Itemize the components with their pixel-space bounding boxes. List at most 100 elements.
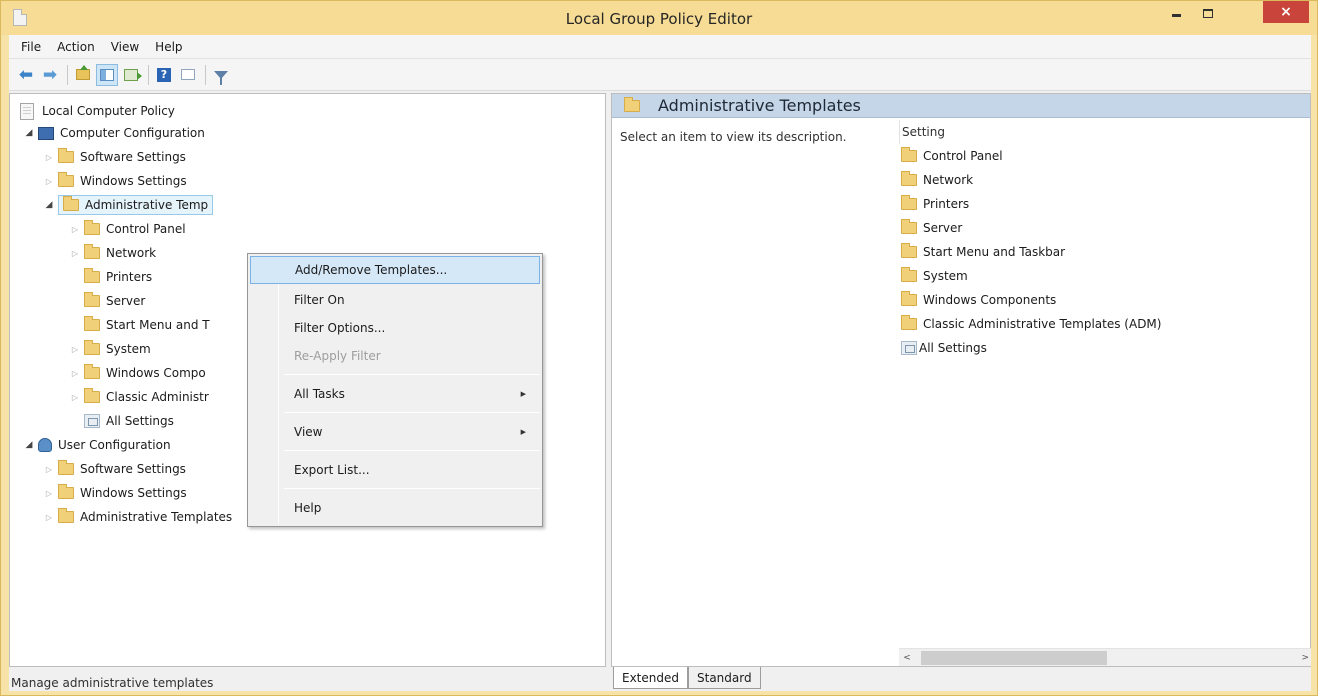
expand-arrow-icon[interactable]: ▷	[44, 489, 54, 498]
list-item-system[interactable]: System	[901, 264, 968, 288]
maximize-button[interactable]	[1193, 1, 1223, 25]
help-button[interactable]: ?	[153, 64, 175, 86]
details-title: Administrative Templates	[658, 96, 861, 115]
menu-item-help[interactable]: Help	[250, 494, 540, 522]
up-one-level-button[interactable]	[72, 64, 94, 86]
menu-action[interactable]: Action	[49, 40, 103, 54]
export-list-button[interactable]	[120, 64, 142, 86]
app-window: Local Group Policy Editor × File Action …	[0, 0, 1318, 696]
folder-icon	[58, 460, 74, 475]
filter-button[interactable]	[210, 64, 232, 86]
show-hide-console-tree-button[interactable]	[96, 63, 118, 86]
column-header-setting[interactable]: Setting	[899, 120, 1311, 144]
scroll-right-icon[interactable]: >	[1301, 653, 1309, 663]
tree-node-all-settings[interactable]: All Settings	[84, 410, 174, 432]
menu-item-label: Help	[294, 501, 322, 515]
tree-node-label: Windows Settings	[80, 486, 187, 500]
menu-item-export-list[interactable]: Export List...	[250, 456, 540, 484]
list-item-start-menu-and-taskbar[interactable]: Start Menu and Taskbar	[901, 240, 1065, 264]
tree-node-label: Control Panel	[106, 222, 186, 236]
list-item-server[interactable]: Server	[901, 216, 962, 240]
close-button[interactable]: ×	[1263, 1, 1309, 23]
list-item-network[interactable]: Network	[901, 168, 973, 192]
tree-node-control-panel[interactable]: ▷ Control Panel	[70, 218, 186, 240]
expand-arrow-icon[interactable]: ▷	[70, 393, 80, 402]
list-item-all-settings[interactable]: All Settings	[901, 336, 987, 360]
tree-node-printers[interactable]: Printers	[84, 266, 152, 288]
tree-node-classic-administrative-templates[interactable]: ▷ Classic Administr	[70, 386, 209, 408]
tab-standard[interactable]: Standard	[688, 667, 761, 689]
list-item-label: All Settings	[919, 341, 987, 355]
expand-arrow-icon[interactable]: ▷	[44, 153, 54, 162]
list-item-printers[interactable]: Printers	[901, 192, 969, 216]
tree-node-local-computer-policy[interactable]: Local Computer Policy	[20, 100, 175, 122]
tree-node-start-menu-and-taskbar[interactable]: Start Menu and T	[84, 314, 210, 336]
menu-item-add-remove-templates[interactable]: Add/Remove Templates...	[250, 256, 540, 284]
list-item-windows-components[interactable]: Windows Components	[901, 288, 1056, 312]
all-settings-icon	[84, 414, 100, 428]
tree-node-label: Classic Administr	[106, 390, 209, 404]
tree-node-user-software-settings[interactable]: ▷ Software Settings	[44, 458, 186, 480]
submenu-arrow-icon: ▶	[520, 390, 526, 398]
menu-item-filter-options[interactable]: Filter Options...	[250, 314, 540, 342]
menu-help[interactable]: Help	[147, 40, 190, 54]
menu-item-filter-on[interactable]: Filter On	[250, 286, 540, 314]
tree-node-system[interactable]: ▷ System	[70, 338, 151, 360]
menu-bar: File Action View Help	[9, 35, 1311, 59]
expand-arrow-icon[interactable]: ▷	[70, 249, 80, 258]
tree-node-server[interactable]: Server	[84, 290, 145, 312]
tree-node-software-settings[interactable]: ▷ Software Settings	[44, 146, 186, 168]
minimize-button[interactable]	[1161, 1, 1191, 25]
tree-node-network[interactable]: ▷ Network	[70, 242, 156, 264]
list-item-classic-administrative-templates[interactable]: Classic Administrative Templates (ADM)	[901, 312, 1161, 336]
scroll-left-icon[interactable]: <	[899, 653, 915, 663]
menu-item-reapply-filter: Re-Apply Filter	[250, 342, 540, 370]
menu-item-label: Add/Remove Templates...	[295, 263, 448, 277]
tree-node-label: Administrative Temp	[85, 198, 209, 212]
tree-node-user-windows-settings[interactable]: ▷ Windows Settings	[44, 482, 187, 504]
selected-tree-node[interactable]: Administrative Temp	[58, 195, 214, 215]
horizontal-scrollbar[interactable]: < >	[899, 648, 1311, 666]
list-item-label: Start Menu and Taskbar	[923, 245, 1066, 259]
scroll-thumb[interactable]	[921, 650, 1107, 665]
menu-view[interactable]: View	[103, 40, 147, 54]
expand-arrow-icon[interactable]: ▷	[70, 369, 80, 378]
menu-separator	[284, 374, 540, 375]
collapse-arrow-icon[interactable]: ◢	[24, 440, 34, 450]
folder-icon	[901, 315, 917, 330]
folder-icon	[84, 268, 100, 283]
menu-file[interactable]: File	[13, 40, 49, 54]
menu-item-view[interactable]: View ▶	[250, 418, 540, 446]
help-icon: ?	[157, 67, 171, 82]
tree-node-administrative-templates[interactable]: ◢ Administrative Temp	[44, 194, 214, 216]
tree-node-windows-components[interactable]: ▷ Windows Compo	[70, 362, 206, 384]
tree-node-label: Windows Compo	[106, 366, 206, 380]
title-bar[interactable]: Local Group Policy Editor ×	[1, 1, 1317, 35]
list-item-control-panel[interactable]: Control Panel	[901, 144, 1003, 168]
menu-separator	[284, 450, 540, 451]
menu-item-label: View	[294, 425, 323, 439]
window-title: Local Group Policy Editor	[565, 10, 753, 28]
tab-extended[interactable]: Extended	[613, 667, 688, 689]
minimize-icon	[1171, 13, 1181, 17]
back-button[interactable]: ⬅	[15, 64, 37, 86]
expand-arrow-icon[interactable]: ▷	[70, 225, 80, 234]
tree-node-user-administrative-templates[interactable]: ▷ Administrative Templates	[44, 506, 232, 528]
menu-item-label: Export List...	[294, 463, 370, 477]
folder-icon	[84, 292, 100, 307]
tree-node-windows-settings[interactable]: ▷ Windows Settings	[44, 170, 187, 192]
expand-arrow-icon[interactable]: ▷	[44, 513, 54, 522]
folder-icon	[901, 195, 917, 210]
export-list-icon	[124, 68, 142, 81]
expand-arrow-icon[interactable]: ▷	[44, 177, 54, 186]
forward-button[interactable]: ➡	[39, 64, 61, 86]
tree-node-computer-configuration[interactable]: ◢ Computer Configuration	[24, 122, 205, 144]
expand-arrow-icon[interactable]: ▷	[70, 345, 80, 354]
menu-item-all-tasks[interactable]: All Tasks ▶	[250, 380, 540, 408]
expand-arrow-icon[interactable]: ▷	[44, 465, 54, 474]
properties-button[interactable]	[177, 64, 199, 86]
folder-icon	[58, 172, 74, 187]
collapse-arrow-icon[interactable]: ◢	[44, 200, 54, 210]
collapse-arrow-icon[interactable]: ◢	[24, 128, 34, 138]
tree-node-user-configuration[interactable]: ◢ User Configuration	[24, 434, 171, 456]
